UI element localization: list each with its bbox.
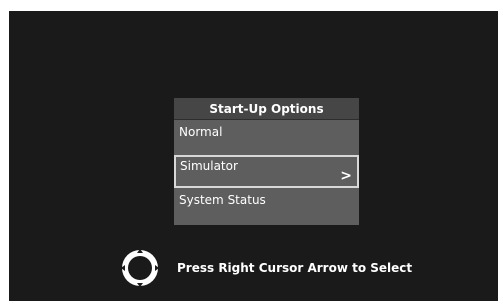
menu-title: Start-Up Options (174, 98, 359, 120)
menu-item-label: Simulator (180, 159, 238, 173)
menu-item-simulator[interactable]: Simulator > (174, 155, 359, 188)
menu-item-label: System Status (179, 193, 266, 207)
menu-item-system-status[interactable]: System Status (174, 190, 359, 210)
menu-item-normal[interactable]: Normal (174, 122, 359, 142)
screen: Start-Up Options Normal Simulator > Syst… (9, 11, 498, 301)
select-hint: Press Right Cursor Arrow to Select (119, 247, 499, 289)
chevron-right-icon: > (340, 168, 352, 184)
hint-text: Press Right Cursor Arrow to Select (177, 261, 413, 275)
startup-options-menu: Start-Up Options Normal Simulator > Syst… (174, 98, 359, 225)
dpad-icon (121, 249, 159, 287)
menu-item-label: Normal (179, 125, 223, 139)
